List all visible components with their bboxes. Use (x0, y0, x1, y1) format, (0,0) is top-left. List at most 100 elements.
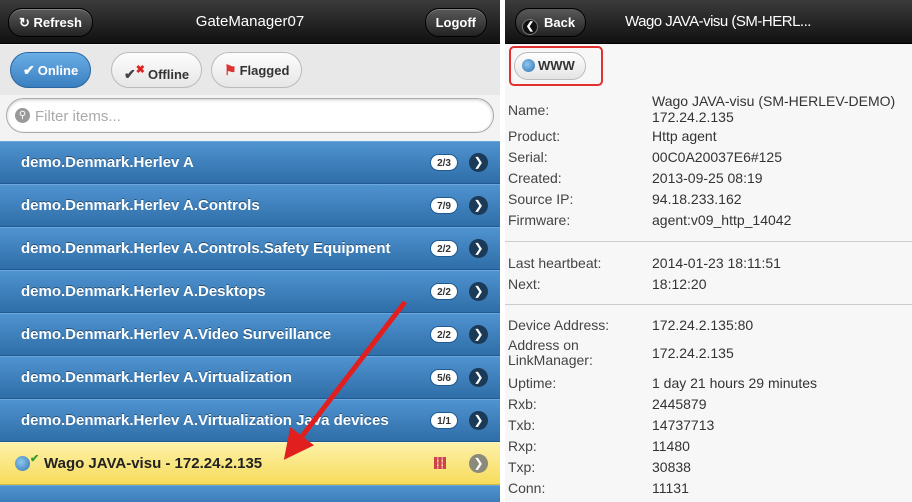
www-label: WWW (538, 58, 575, 73)
www-highlight-box: WWW (509, 46, 603, 86)
refresh-button[interactable]: ↻ Refresh (8, 8, 93, 37)
info-value: Http agent (652, 128, 717, 144)
device-info-group: Name: Wago JAVA-visu (SM-HERLEV-DEMO) 17… (505, 93, 912, 231)
list-item-label: demo.Denmark.Herlev A.Controls (21, 197, 260, 214)
filter-online-button[interactable]: ✔ Online (10, 52, 92, 88)
info-row: Txp: 30838 (505, 457, 912, 478)
list-item[interactable]: demo.Denmark.Herlev A.Virtualization Jav… (0, 399, 500, 442)
page-title: GateManager07 (195, 13, 305, 30)
chevron-right-icon: ❯ (469, 411, 488, 430)
back-button[interactable]: ❮ Back (515, 8, 587, 37)
info-key: Txb: (508, 417, 536, 433)
offline-x-icon: ✔✖ (124, 64, 145, 82)
info-key: Serial: (508, 149, 548, 165)
filter-flagged-button[interactable]: ⚑ Flagged (211, 52, 303, 88)
selected-device-item[interactable]: ✔ Wago JAVA-visu - 172.24.2.135 ❯ (0, 442, 500, 485)
left-header-bar: ↻ Refresh GateManager07 Logoff (0, 0, 500, 44)
chevron-right-icon: ❯ (469, 153, 488, 172)
divider (505, 241, 912, 242)
info-value: 11480 (652, 438, 690, 454)
info-key: Rxp: (508, 438, 537, 454)
info-key: Txp: (508, 459, 536, 475)
info-value: 1 day 21 hours 29 minutes (652, 375, 817, 391)
filter-offline-label: Offline (147, 67, 190, 82)
filter-bar: ✔ Online ✔✖ Offline ⚑ Flagged (0, 45, 500, 95)
info-value: 2013-09-25 08:19 (652, 170, 763, 186)
count-badge: 2/2 (430, 283, 458, 300)
list-item[interactable] (0, 485, 500, 502)
chevron-right-icon: ❯ (469, 368, 488, 387)
globe-icon (15, 456, 30, 471)
group-list: demo.Denmark.Herlev A 2/3 ❯ demo.Denmark… (0, 141, 500, 502)
info-row: Conn: 11131 (505, 478, 912, 499)
info-value: 11131 (652, 480, 689, 496)
info-key: Firmware: (508, 212, 571, 228)
list-item-label: demo.Denmark.Herlev A.Virtualization Jav… (21, 412, 389, 429)
info-value: agent:v09_http_14042 (652, 212, 792, 228)
device-list-panel: ↻ Refresh GateManager07 Logoff ✔ Online ✔… (0, 0, 500, 502)
count-badge: 1/1 (430, 412, 458, 429)
chevron-right-icon: ❯ (469, 325, 488, 344)
filter-search-box[interactable]: ⚲ (6, 98, 494, 133)
search-icon: ⚲ (15, 108, 30, 123)
chevron-right-icon: ❯ (469, 239, 488, 258)
info-value: 30838 (652, 459, 691, 475)
count-badge: 2/2 (430, 240, 458, 257)
logoff-button[interactable]: Logoff (424, 8, 487, 37)
heartbeat-group: Last heartbeat: 2014-01-23 18:11:51 Next:… (505, 253, 912, 295)
chevron-right-icon: ❯ (469, 454, 488, 473)
list-item[interactable]: demo.Denmark.Herlev A.Virtualization 5/6… (0, 356, 500, 399)
filter-input[interactable] (35, 105, 475, 127)
info-key: Product: (508, 128, 561, 144)
count-badge: 7/9 (430, 197, 458, 214)
device-item-label: Wago JAVA-visu - 172.24.2.135 (44, 455, 263, 472)
list-item-label: demo.Denmark.Herlev A.Virtualization (21, 369, 292, 386)
refresh-icon: ↻ (19, 15, 30, 30)
globe-icon (522, 59, 535, 72)
info-value: 2014-01-23 18:11:51 (652, 255, 781, 271)
info-row: Rxp: 11480 (505, 436, 912, 457)
info-value: 2445879 (652, 396, 707, 412)
info-key: Created: (508, 170, 562, 186)
info-value: 94.18.233.162 (652, 191, 742, 207)
info-row-name: Name: Wago JAVA-visu (SM-HERLEV-DEMO) 17… (505, 93, 912, 126)
device-detail-panel: ❮ Back Wago JAVA-visu (SM-HERL... WWW Nam… (505, 0, 912, 502)
filter-online-label: Online (37, 63, 79, 78)
info-row: Next: 18:12:20 (505, 274, 912, 295)
info-key: Next: (508, 276, 541, 292)
info-row: Device Address: 172.24.2.135:80 (505, 315, 912, 336)
info-key: Source IP: (508, 191, 574, 207)
info-row: Product: Http agent (505, 126, 912, 147)
apps-grid-icon (434, 457, 446, 469)
check-icon: ✔ (23, 62, 35, 78)
list-item-label: demo.Denmark.Herlev A.Controls.Safety Eq… (21, 240, 391, 257)
chevron-right-icon: ❯ (469, 196, 488, 215)
right-header-bar: ❮ Back Wago JAVA-visu (SM-HERL... (505, 0, 912, 44)
info-key: Name: (508, 102, 550, 118)
chevron-right-icon: ❯ (469, 282, 488, 301)
list-item-label: demo.Denmark.Herlev A.Desktops (21, 283, 266, 300)
info-key: Device Address: (508, 317, 610, 333)
info-key: Conn: (508, 480, 546, 496)
device-title: Wago JAVA-visu (SM-HERL... (625, 13, 811, 30)
list-item[interactable]: demo.Denmark.Herlev A 2/3 ❯ (0, 141, 500, 184)
online-check-icon: ✔ (30, 453, 40, 465)
info-key-line2: LinkManager: (508, 352, 593, 368)
info-row-linkmanager: Address on LinkManager: 172.24.2.135 (505, 336, 912, 373)
count-badge: 2/2 (430, 326, 458, 343)
info-value-ip: 172.24.2.135 (652, 109, 734, 125)
list-item[interactable]: demo.Denmark.Herlev A.Controls 7/9 ❯ (0, 184, 500, 227)
www-button[interactable]: WWW (514, 52, 586, 80)
list-item[interactable]: demo.Denmark.Herlev A.Video Surveillance… (0, 313, 500, 356)
list-item[interactable]: demo.Denmark.Herlev A.Controls.Safety Eq… (0, 227, 500, 270)
filter-offline-button[interactable]: ✔✖ Offline (111, 52, 203, 88)
info-value: 18:12:20 (652, 276, 707, 292)
info-value: 172.24.2.135 (652, 345, 734, 361)
info-key: Last heartbeat: (508, 255, 602, 271)
list-item[interactable]: demo.Denmark.Herlev A.Desktops 2/2 ❯ (0, 270, 500, 313)
refresh-label: Refresh (33, 15, 82, 30)
info-row: Last heartbeat: 2014-01-23 18:11:51 (505, 253, 912, 274)
divider (505, 304, 912, 305)
count-badge: 2/3 (430, 154, 458, 171)
info-row: Source IP: 94.18.233.162 (505, 189, 912, 210)
